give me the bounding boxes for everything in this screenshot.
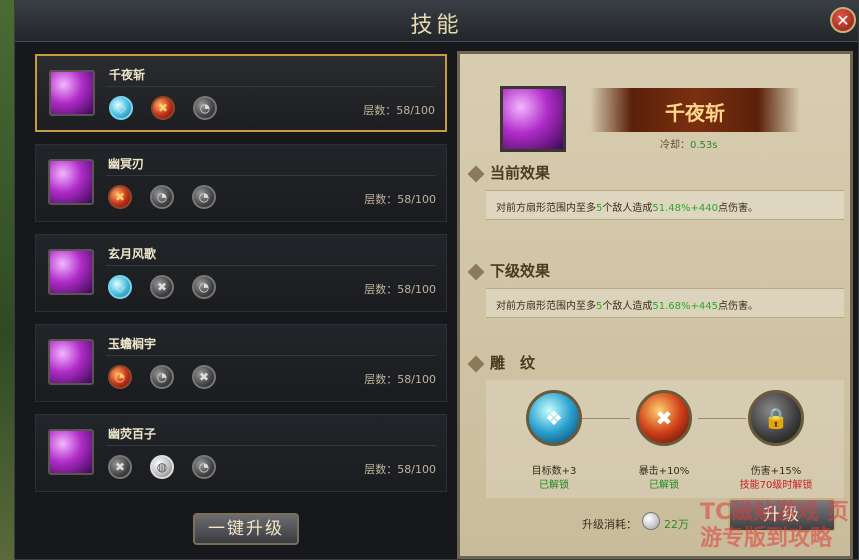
glyph-orb-icon: ◇ (108, 275, 132, 299)
silver-coin-icon (642, 512, 660, 530)
skill-name: 玄月风歌 (108, 247, 157, 261)
glyph-orb-icon: ✖ (150, 275, 174, 299)
glyph-orb-icon: ◔ (108, 365, 132, 389)
skill-item-3[interactable]: 玄月风歌 ◇ ✖ ◔ 层数：58/100 (35, 234, 447, 312)
divider (106, 265, 436, 266)
skill-name: 千夜斩 (109, 68, 146, 82)
skill-level: 层数：58/100 (364, 283, 436, 296)
skills-window: 技能 ✕ 千夜斩 ◇ ✖ ◔ 层数：58/100 幽冥刃 ✖ ◔ ◔ 层数：58… (14, 0, 859, 560)
diamond-icon (467, 355, 485, 373)
current-effect-box: 对前方扇形范围内至多5个敌人造成51.48%+440点伤害。 (486, 190, 844, 220)
upgrade-cost-label: 升级消耗： (582, 518, 637, 531)
connector-line (698, 418, 746, 419)
upgrade-all-button[interactable]: 一键升级 (193, 513, 299, 545)
whirlwind-icon (48, 249, 94, 295)
skill-item-4[interactable]: 玉蟾榈宇 ◔ ◔ ✖ 层数：58/100 (35, 324, 447, 402)
sword-slash-icon (500, 86, 566, 152)
divider (107, 86, 435, 87)
watermark-logo: TC磁贴游戏 页游专版到攻略 (700, 500, 849, 551)
next-effect-text: 对前方扇形范围内至多5个敌人造成51.68%+445点伤害。 (496, 297, 758, 312)
title-bar: 技能 ✕ (15, 1, 858, 42)
glyph-orb-icon: ◔ (192, 185, 216, 209)
skill-level: 层数：58/100 (364, 373, 436, 386)
crit-glyph-icon: ✖ (655, 406, 673, 430)
glyph-label: 暴击+10% (638, 466, 690, 477)
detail-skill-name: 千夜斩 (665, 101, 725, 125)
current-effect-text: 对前方扇形范围内至多5个敌人造成51.48%+440点伤害。 (496, 199, 758, 214)
glyph-status: 技能70级时解锁 (739, 480, 813, 491)
skill-name: 幽冥刃 (108, 157, 145, 171)
glyph-slot-3[interactable]: 🔒 (748, 390, 804, 446)
skill-name: 幽荧百子 (108, 427, 157, 441)
glyph-slot-1[interactable]: ❖ (526, 390, 582, 446)
divider (106, 355, 436, 356)
burst-icon (48, 339, 94, 385)
skill-name-banner: 千夜斩 (590, 88, 800, 132)
upgrade-cost-value: 22万 (664, 518, 689, 531)
divider (106, 445, 436, 446)
cooldown-label: 冷却： (660, 140, 690, 151)
glyph-orb-icon: ✖ (108, 185, 132, 209)
window-title: 技能 (410, 13, 463, 38)
glyph-status: 已解锁 (539, 480, 569, 491)
glyph-orb-icon: ◔ (193, 96, 217, 120)
glyph-area: ❖ ✖ 🔒 目标数+3 暴击+10% 伤害+15% 已解锁 已解锁 技能70级时… (486, 380, 844, 498)
skill-item-2[interactable]: 幽冥刃 ✖ ◔ ◔ 层数：58/100 (35, 144, 447, 222)
skill-name: 玉蟾榈宇 (108, 337, 157, 351)
sword-slash-icon (49, 70, 95, 116)
lock-icon: 🔒 (763, 406, 789, 430)
effect-text-part: 点伤害。 (717, 203, 758, 214)
target-glyph-icon: ❖ (545, 406, 563, 430)
glyph-status: 已解锁 (649, 480, 679, 491)
effect-text-part: 个敌人造成 (602, 203, 653, 214)
glyph-slot-2[interactable]: ✖ (636, 390, 692, 446)
effect-damage: 51.68%+445 (652, 301, 718, 312)
glyph-orb-icon: ✖ (108, 455, 132, 479)
effect-text-part: 对前方扇形范围内至多 (496, 203, 596, 214)
blade-icon (48, 159, 94, 205)
glyph-orb-icon: ◔ (150, 185, 174, 209)
glyph-label: 目标数+3 (531, 466, 577, 477)
close-button[interactable]: ✕ (830, 7, 856, 33)
effect-text-part: 对前方扇形范围内至多 (496, 301, 596, 312)
vortex-icon (48, 429, 94, 475)
divider (106, 175, 436, 176)
skill-level: 层数：58/100 (364, 193, 436, 206)
glyph-orb-icon: ◔ (192, 455, 216, 479)
cooldown-value: 0.53s (690, 140, 718, 151)
glyph-orb-icon: ✖ (192, 365, 216, 389)
glyph-orb-icon: ◔ (150, 365, 174, 389)
skill-item-1[interactable]: 千夜斩 ◇ ✖ ◔ 层数：58/100 (35, 54, 447, 132)
skill-level: 层数：58/100 (364, 463, 436, 476)
cooldown: 冷却：0.53s (660, 136, 717, 151)
connector-line (582, 418, 630, 419)
current-effect-title: 当前效果 (490, 164, 551, 182)
next-effect-box: 对前方扇形范围内至多5个敌人造成51.68%+445点伤害。 (486, 288, 844, 318)
diamond-icon (467, 263, 485, 281)
glyph-label: 伤害+15% (750, 466, 802, 477)
glyph-orb-icon: ✖ (151, 96, 175, 120)
glyph-orb-icon: ◍ (150, 455, 174, 479)
effect-text-part: 点伤害。 (717, 301, 758, 312)
glyph-title: 雕 纹 (490, 354, 536, 372)
effect-text-part: 个敌人造成 (602, 301, 653, 312)
effect-damage: 51.48%+440 (652, 203, 718, 214)
glyph-orb-icon: ◔ (192, 275, 216, 299)
next-effect-title: 下级效果 (490, 262, 551, 280)
glyph-orb-icon: ◇ (109, 96, 133, 120)
diamond-icon (467, 165, 485, 183)
skill-item-5[interactable]: 幽荧百子 ✖ ◍ ◔ 层数：58/100 (35, 414, 447, 492)
skill-detail-panel: 千夜斩 冷却：0.53s 当前效果 对前方扇形范围内至多5个敌人造成51.48%… (457, 51, 853, 559)
skill-level: 层数：58/100 (363, 104, 435, 117)
